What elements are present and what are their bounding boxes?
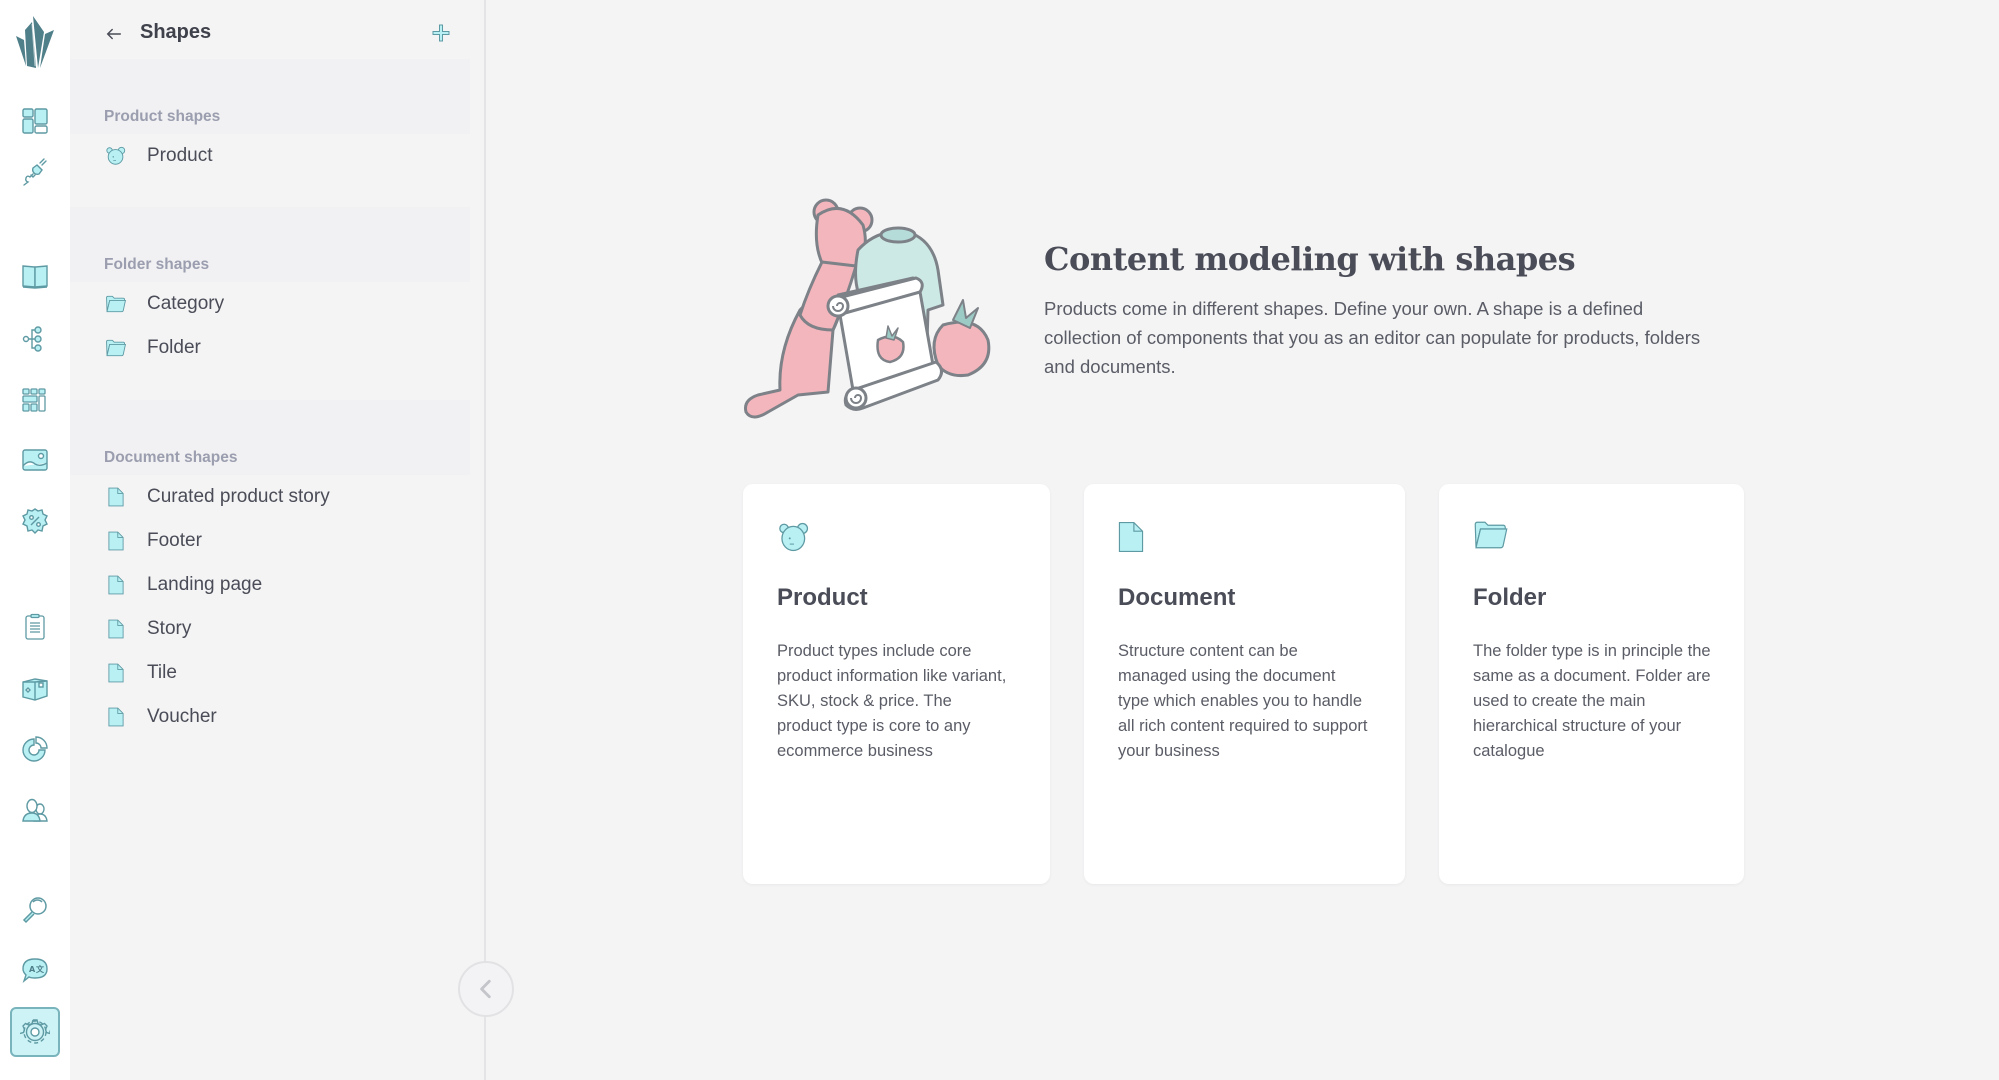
shapes-sidebar: Shapes Product shapes Product Folder sha… [70,0,486,1080]
customers-icon[interactable] [15,790,55,830]
shape-item-label: Tile [147,662,177,683]
hero-title: Content modeling with shapes [1044,240,1576,278]
document-icon [104,485,128,509]
shape-item-voucher[interactable]: Voucher [70,695,470,739]
sidebar-header: Shapes [70,0,484,66]
section-heading-label: Product shapes [104,108,221,125]
crystallize-logo-icon[interactable] [12,14,56,70]
section-heading: Document shapes [70,400,470,475]
card-description: The folder type is in principle the same… [1473,642,1711,760]
card-description: Structure content can be managed using t… [1118,642,1368,760]
card-product[interactable]: Product Product types include core produ… [743,484,1050,884]
sidebar-title: Shapes [140,21,212,43]
folder-icon [104,336,128,360]
plug-icon[interactable] [15,152,55,192]
section-heading-label: Document shapes [104,449,238,466]
card-description: Product types include core product infor… [777,642,1007,760]
shape-item-label: Product [147,145,213,166]
folder-icon [104,292,128,316]
card-title: Document [1118,584,1236,611]
subscription-box-icon[interactable] [15,668,55,708]
document-icon [104,705,128,729]
shape-item-label: Folder [147,337,201,358]
shape-item-story[interactable]: Story [70,607,470,651]
discount-badge-icon[interactable] [15,501,55,541]
shape-item-folder[interactable]: Folder [70,326,470,370]
svg-text:A: A [29,965,36,974]
image-gallery-icon[interactable] [15,440,55,480]
shape-item-product[interactable]: Product [70,134,470,178]
card-folder[interactable]: Folder The folder type is in principle t… [1439,484,1744,884]
shape-item-footer[interactable]: Footer [70,519,470,563]
add-shape-button[interactable] [426,18,456,48]
orders-clipboard-icon[interactable] [15,607,55,647]
shape-item-label: Landing page [147,574,263,595]
shape-item-curated-product-story[interactable]: Curated product story [70,475,470,519]
grids-icon[interactable] [15,380,55,420]
shapes-illustration [738,190,1000,420]
analytics-pie-icon[interactable] [15,729,55,769]
shape-item-category[interactable]: Category [70,282,470,326]
shape-item-label: Story [147,618,192,639]
bear-icon [104,144,128,168]
arrow-left-icon [106,28,122,40]
topics-tree-icon[interactable] [15,318,55,358]
section-document-shapes: Document shapes Curated product story Fo… [70,400,470,739]
document-icon [104,529,128,553]
section-heading-label: Folder shapes [104,256,210,273]
card-document[interactable]: Document Structure content can be manage… [1084,484,1405,884]
main-content: Content modeling with shapes Products co… [488,0,1999,1080]
main-nav-rail: A文 [0,0,70,1080]
section-heading: Folder shapes [70,207,470,282]
dashboard-icon[interactable] [15,101,55,141]
folder-icon [1473,520,1509,556]
section-product-shapes: Product shapes Product [70,59,470,178]
shape-item-label: Footer [147,530,202,551]
card-title: Folder [1473,584,1547,611]
document-icon [104,573,128,597]
bear-icon [777,520,811,556]
section-folder-shapes: Folder shapes Category Folder [70,207,470,370]
hero-description: Products come in different shapes. Defin… [1044,298,1701,377]
shape-item-label: Voucher [147,706,217,727]
search-icon[interactable] [15,889,55,929]
shape-item-label: Curated product story [147,486,330,507]
svg-text:文: 文 [36,964,45,974]
shape-item-landing-page[interactable]: Landing page [70,563,470,607]
translate-icon[interactable]: A文 [15,950,55,990]
shape-item-tile[interactable]: Tile [70,651,470,695]
back-button[interactable] [100,20,128,48]
document-icon [104,661,128,685]
document-icon [104,617,128,641]
card-title: Product [777,584,868,611]
shape-item-label: Category [147,293,225,314]
catalogue-book-icon[interactable] [15,256,55,296]
section-heading: Product shapes [70,59,470,134]
plus-icon [432,24,450,42]
document-icon [1118,520,1152,556]
settings-gear-icon[interactable] [10,1007,60,1057]
